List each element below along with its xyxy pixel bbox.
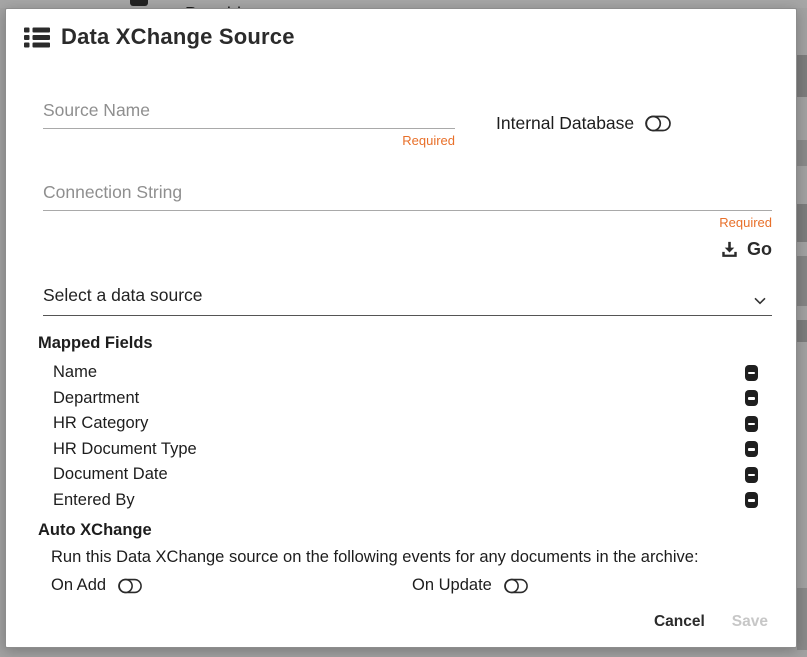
on-add-toggle[interactable] xyxy=(118,578,142,594)
internal-database-toggle[interactable] xyxy=(645,115,671,132)
mapped-field-label: Department xyxy=(38,389,139,408)
minus-bar xyxy=(748,423,755,426)
minus-bar xyxy=(748,372,755,375)
on-add-group: On Add xyxy=(51,576,142,595)
mapped-field-row: Entered By xyxy=(38,488,772,514)
scrollbar-segment xyxy=(797,55,807,97)
minus-bar xyxy=(748,474,755,477)
source-name-input[interactable] xyxy=(43,98,455,129)
minus-bar xyxy=(748,448,755,451)
background-page-strip: ▸ Accounts Payable xyxy=(0,0,807,8)
connection-string-required-label: Required xyxy=(43,215,772,230)
minus-bar xyxy=(748,499,755,502)
background-item-label: Accounts Payable xyxy=(185,0,261,8)
mapped-fields-heading: Mapped Fields xyxy=(38,334,772,353)
save-button[interactable]: Save xyxy=(732,613,768,631)
dialog-title: Data XChange Source xyxy=(61,24,295,50)
scrollbar-segment xyxy=(797,140,807,166)
mapped-fields-section: Mapped Fields Name Department HR Category H… xyxy=(38,334,772,513)
source-name-required-label: Required xyxy=(43,133,455,148)
go-button-label: Go xyxy=(747,239,772,260)
data-source-select[interactable]: Select a data source xyxy=(43,283,772,316)
mapped-field-row: Name xyxy=(38,360,772,386)
dialog-header: Data XChange Source xyxy=(6,9,796,50)
scrollbar-segment xyxy=(797,320,807,342)
mapped-field-row: Document Date xyxy=(38,462,772,488)
remove-field-icon[interactable] xyxy=(745,492,758,508)
list-icon xyxy=(24,27,50,48)
cancel-button[interactable]: Cancel xyxy=(654,613,705,631)
mapped-field-row: Department xyxy=(38,386,772,412)
mapped-field-row: HR Document Type xyxy=(38,437,772,463)
internal-database-label: Internal Database xyxy=(496,113,634,134)
mapped-field-label: Document Date xyxy=(38,465,168,484)
mapped-field-label: Entered By xyxy=(38,491,135,510)
go-row: Go xyxy=(43,237,772,262)
on-update-group: On Update xyxy=(412,576,528,595)
go-button[interactable]: Go xyxy=(721,237,772,262)
remove-field-icon[interactable] xyxy=(745,416,758,432)
scrollbar-segment xyxy=(797,256,807,306)
remove-field-icon[interactable] xyxy=(745,467,758,483)
download-icon xyxy=(721,241,738,258)
mapped-field-label: HR Document Type xyxy=(38,440,197,459)
auto-xchange-toggles-row: On Add On Update xyxy=(38,576,772,595)
auto-xchange-section: Auto XChange Run this Data XChange sourc… xyxy=(38,521,772,595)
minus-bar xyxy=(748,397,755,400)
source-name-field: Required xyxy=(43,98,455,148)
data-xchange-source-dialog: Data XChange Source Required Internal Da… xyxy=(5,8,797,648)
on-add-label: On Add xyxy=(51,576,106,595)
mapped-field-label: Name xyxy=(38,363,97,382)
source-name-row: Required Internal Database xyxy=(43,98,772,148)
auto-xchange-heading: Auto XChange xyxy=(38,521,772,540)
remove-field-icon[interactable] xyxy=(745,390,758,406)
scrollbar-segment xyxy=(797,588,807,650)
auto-xchange-description: Run this Data XChange source on the foll… xyxy=(38,548,772,567)
connection-string-row: Required xyxy=(43,180,772,230)
dialog-footer: Cancel Save xyxy=(654,613,768,631)
scrollbar-segment xyxy=(797,204,807,242)
mapped-field-row: HR Category xyxy=(38,411,772,437)
chevron-down-icon xyxy=(754,292,766,310)
remove-field-icon[interactable] xyxy=(745,441,758,457)
on-update-label: On Update xyxy=(412,576,492,595)
internal-database-field: Internal Database xyxy=(496,98,671,148)
mapped-fields-list: Name Department HR Category HR Document Typ… xyxy=(38,360,772,513)
remove-field-icon[interactable] xyxy=(745,365,758,381)
connection-string-input[interactable] xyxy=(43,180,772,211)
on-update-toggle[interactable] xyxy=(504,578,528,594)
background-scrollbar[interactable] xyxy=(797,8,807,657)
archive-icon xyxy=(130,0,148,6)
mapped-field-label: HR Category xyxy=(38,414,148,433)
dialog-content: Required Internal Database Required xyxy=(6,98,796,595)
data-source-select-value: Select a data source xyxy=(43,285,203,305)
